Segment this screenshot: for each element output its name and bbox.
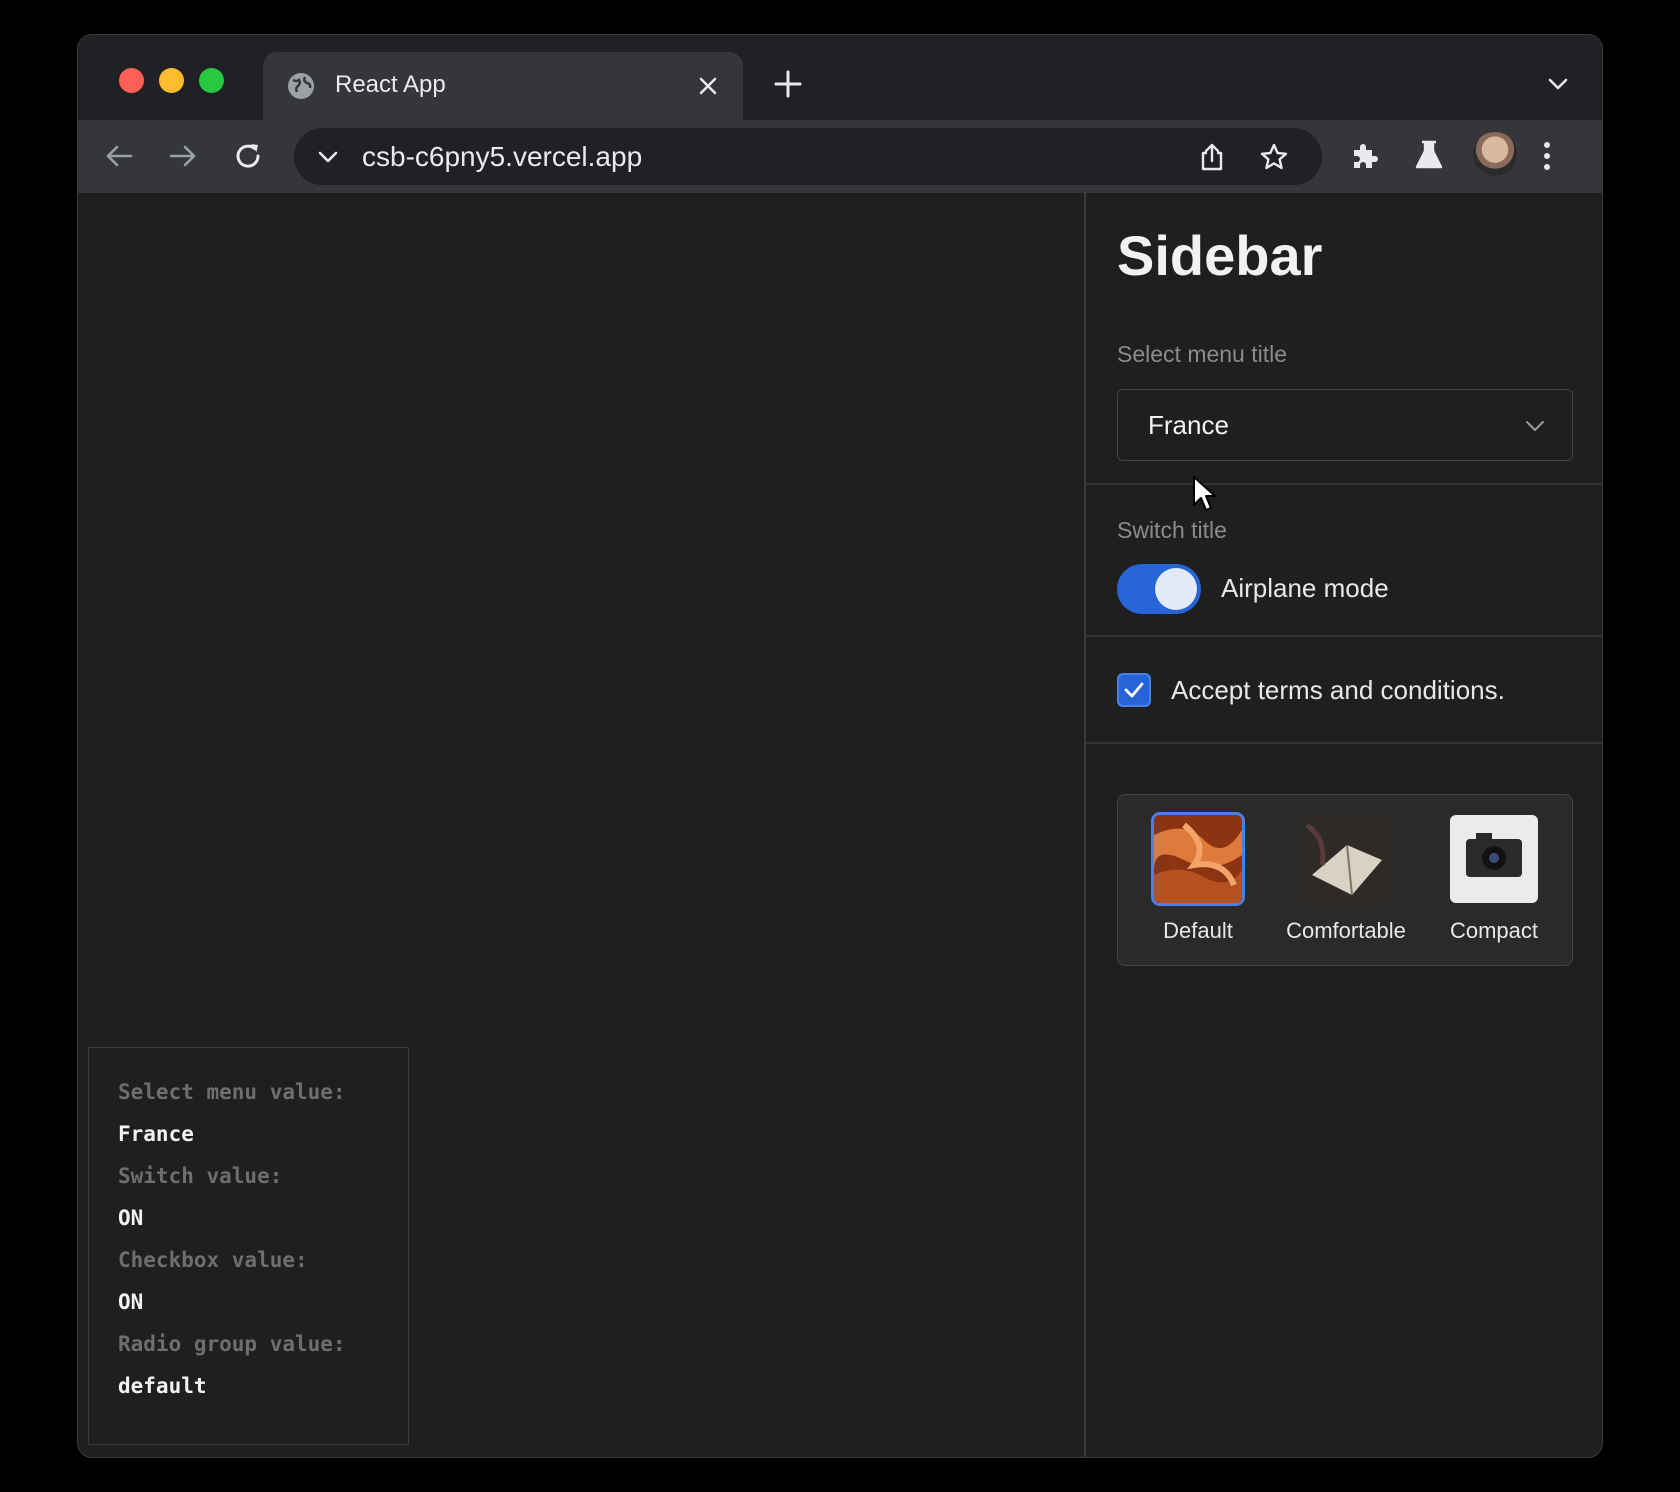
airplane-mode-switch[interactable] xyxy=(1117,564,1201,614)
chevron-down-icon[interactable] xyxy=(316,145,340,169)
radio-value-text: default xyxy=(118,1374,207,1398)
mouse-cursor-icon xyxy=(1193,476,1216,511)
checkbox-value-key: Checkbox value: xyxy=(118,1248,308,1272)
forward-arrow-icon[interactable] xyxy=(167,140,199,172)
radio-value-key: Radio group value: xyxy=(118,1332,346,1356)
url-text[interactable]: csb-c6pny5.vercel.app xyxy=(362,141,642,173)
divider xyxy=(1086,483,1602,485)
radio-label-comfortable: Comfortable xyxy=(1286,918,1406,943)
profile-avatar[interactable] xyxy=(1473,132,1517,176)
sidebar: Sidebar Select menu title France Switch … xyxy=(1084,193,1602,1457)
tab-title: React App xyxy=(335,71,446,98)
switch-value-text: ON xyxy=(118,1206,144,1230)
checkbox-text[interactable]: Accept terms and conditions. xyxy=(1171,675,1505,706)
more-vertical-icon[interactable] xyxy=(1540,140,1554,172)
bookmark-star-icon[interactable] xyxy=(1259,142,1289,172)
canyon-thumbnail xyxy=(1154,815,1242,903)
reload-icon[interactable] xyxy=(232,140,264,172)
divider xyxy=(1086,742,1602,744)
terms-checkbox[interactable] xyxy=(1117,673,1151,707)
select-value-text: France xyxy=(118,1122,194,1146)
radio-label-default: Default xyxy=(1163,918,1233,943)
back-arrow-icon[interactable] xyxy=(103,140,135,172)
radio-option-comfortable[interactable]: Comfortable xyxy=(1276,815,1416,955)
share-icon[interactable] xyxy=(1198,142,1226,172)
extensions-puzzle-icon[interactable] xyxy=(1349,140,1381,172)
switch-label: Switch title xyxy=(1117,517,1227,543)
globe-icon xyxy=(288,73,314,99)
radio-option-compact[interactable]: Compact xyxy=(1424,815,1564,955)
divider xyxy=(1086,635,1602,637)
radio-label-compact: Compact xyxy=(1449,918,1539,943)
debug-panel: Select menu value: France Switch value: … xyxy=(88,1047,409,1445)
sidebar-title: Sidebar xyxy=(1117,224,1323,287)
select-value-key: Select menu value: xyxy=(118,1080,346,1104)
radio-option-default[interactable]: Default xyxy=(1128,815,1268,955)
switch-text[interactable]: Airplane mode xyxy=(1221,573,1389,604)
select-menu-label: Select menu title xyxy=(1117,341,1288,367)
close-tab-icon[interactable] xyxy=(695,73,721,99)
switch-value-key: Switch value: xyxy=(118,1164,283,1188)
tab-strip: React App xyxy=(78,35,1602,120)
country-select[interactable]: France xyxy=(1117,389,1573,461)
address-bar[interactable]: csb-c6pny5.vercel.app xyxy=(294,128,1322,185)
chevron-down-icon xyxy=(1526,421,1544,431)
labs-flask-icon[interactable] xyxy=(1414,139,1444,171)
camera-thumbnail xyxy=(1450,815,1538,903)
book-thumbnail xyxy=(1302,815,1390,903)
browser-toolbar: csb-c6pny5.vercel.app xyxy=(78,120,1602,194)
checkbox-value-text: ON xyxy=(118,1290,144,1314)
browser-window: React App csb-c6pny5.vercel.app Select m… xyxy=(78,35,1602,1457)
minimize-window-button[interactable] xyxy=(159,68,184,93)
switch-knob xyxy=(1155,568,1197,610)
density-radio-group: Default Comfortable Compact xyxy=(1117,794,1573,966)
select-value: France xyxy=(1148,410,1229,440)
new-tab-icon[interactable] xyxy=(773,69,803,99)
chevron-down-icon[interactable] xyxy=(1546,72,1570,96)
page-content: Select menu value: France Switch value: … xyxy=(78,193,1602,1457)
browser-tab[interactable]: React App xyxy=(263,52,743,120)
checkmark-icon xyxy=(1124,682,1144,698)
close-window-button[interactable] xyxy=(119,68,144,93)
maximize-window-button[interactable] xyxy=(199,68,224,93)
main-area: Select menu value: France Switch value: … xyxy=(78,193,1084,1457)
